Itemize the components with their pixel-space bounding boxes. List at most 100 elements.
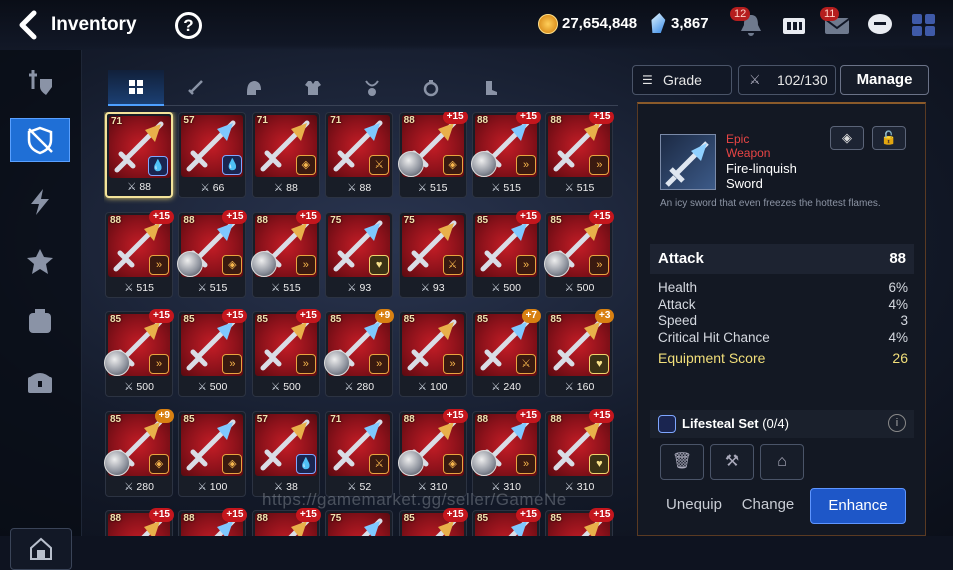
discard-button[interactable]: 🗑 [660, 444, 704, 480]
help-icon[interactable]: ? [175, 12, 202, 39]
tab-ring[interactable] [403, 70, 459, 106]
inventory-item[interactable]: 85 +15 » 500 [251, 309, 321, 397]
sidebar-item-equipped[interactable] [10, 60, 70, 104]
inventory-item[interactable]: 88+15»310 [471, 408, 541, 497]
inventory-item[interactable]: 85 +7 ⚔ 240 [472, 309, 541, 397]
sword-shield-icon [29, 70, 52, 95]
tab-weapon[interactable] [167, 70, 223, 106]
share-button[interactable]: ◈ [830, 126, 864, 150]
item-stat: 100 [400, 381, 466, 393]
substat-label: Critical Hit Chance [658, 329, 770, 345]
inventory-item[interactable]: 85 ◈ 100 [178, 410, 247, 497]
inventory-item[interactable]: 85 » 100 [398, 311, 467, 397]
inventory-item[interactable]: 88 +15 ◈ 515 [397, 112, 468, 198]
inventory-item[interactable]: 75 [325, 510, 394, 536]
grade-sort-button[interactable]: ☰ Grade [632, 65, 732, 95]
inventory-item[interactable]: 88+15♥310 [545, 408, 615, 497]
set-info[interactable]: Lifesteal Set (0/4) i [650, 410, 914, 438]
tab-necklace[interactable] [344, 70, 400, 106]
inventory-item[interactable]: 57💧38 [251, 410, 320, 497]
item-level: 85 [550, 513, 562, 524]
manage-button[interactable]: Manage [840, 65, 929, 95]
item-stat: 500 [473, 282, 539, 294]
enhance-level: +7 [521, 309, 541, 323]
tab-helmet[interactable] [226, 70, 282, 106]
item-level: 88 [110, 214, 122, 226]
sidebar-item-unequipped[interactable] [10, 118, 70, 162]
main-stat-value: 88 [889, 250, 906, 267]
inventory-item[interactable]: 71 💧 88 [105, 112, 173, 198]
inventory-item[interactable]: 75 ♥ 93 [325, 211, 394, 298]
sidebar-item-catalyst[interactable] [10, 180, 70, 224]
item-stat: 500 [106, 381, 172, 393]
inventory-item[interactable]: 88 +15 [251, 508, 321, 536]
info-icon[interactable]: i [888, 414, 906, 432]
house-icon [30, 537, 52, 560]
tab-boots[interactable] [462, 70, 518, 106]
inventory-item[interactable]: 75 ⚔ 93 [398, 211, 467, 298]
enhance-level: +15 [222, 209, 248, 224]
item-stat: 515 [400, 182, 466, 194]
inventory-item[interactable]: 88 +15 » 515 [250, 209, 321, 298]
inventory-item[interactable]: 57 💧 66 [178, 112, 247, 198]
inventory-item[interactable]: 85 +15 » 500 [472, 209, 541, 298]
inventory-grid: 71💧8857💧6671◈8871⚔8888+15◈51588+15»51588… [104, 112, 624, 536]
inventory-item[interactable]: 85 +9 ◈ 280 [104, 408, 174, 497]
sidebar [0, 50, 82, 570]
artifact-icon [27, 249, 53, 274]
inventory-item[interactable]: 85 +15 » 500 [178, 309, 248, 397]
inventory-item[interactable]: 85 +15 » 500 [104, 309, 174, 397]
tab-all[interactable] [108, 70, 164, 106]
enhance-level: +3 [594, 309, 615, 323]
chat-icon[interactable] [866, 12, 894, 38]
inventory-item[interactable]: 88 +15 [178, 508, 248, 536]
storage-move-button[interactable]: ⌂ [760, 444, 804, 480]
inventory-item[interactable]: 88 +15 » 515 [545, 112, 615, 198]
set-icon: ◈ [442, 453, 463, 474]
change-button[interactable]: Change [734, 488, 802, 524]
inventory-item[interactable]: 71⚔52 [325, 410, 394, 497]
inventory-item[interactable]: 88+15◈310 [397, 408, 468, 497]
enhance-level: +15 [149, 508, 174, 522]
storage-button[interactable] [10, 528, 72, 570]
set-icon: ◈ [222, 453, 243, 474]
inventory-item[interactable]: 71 ⚔ 88 [325, 112, 394, 198]
back-arrow-icon[interactable] [14, 9, 44, 41]
inventory-item[interactable]: 85 +15 [398, 508, 468, 536]
hero-portrait [177, 250, 204, 277]
item-stat: 160 [546, 381, 612, 393]
inventory-item[interactable]: 71 ◈ 88 [251, 112, 320, 198]
set-icon: 💧 [222, 155, 243, 175]
enhance-level: +15 [516, 209, 541, 224]
lock-button[interactable]: 🔓 [872, 126, 906, 150]
inventory-item[interactable]: 85 +15 » 500 [544, 209, 615, 298]
sidebar-item-artifact[interactable] [10, 240, 70, 284]
party-icon[interactable] [780, 12, 808, 38]
item-level: 85 [256, 314, 268, 325]
item-level: 85 [110, 413, 122, 425]
sidebar-item-materials[interactable] [10, 300, 70, 344]
item-stat: 93 [326, 282, 392, 294]
inventory-item[interactable]: 85 +15 [472, 508, 541, 536]
item-level: 75 [403, 214, 415, 226]
extract-button[interactable]: ⚒ [710, 444, 754, 480]
substats: Health 6% Attack 4% Speed 3 Critical Hit Ch… [658, 280, 908, 367]
inventory-item[interactable]: 88 +15 ◈ 515 [177, 209, 248, 298]
inventory-item[interactable]: 88 +15 » 515 [105, 209, 174, 298]
tab-armor[interactable] [285, 70, 341, 106]
inventory-item[interactable]: 88 +15 [105, 508, 174, 536]
item-stat: 515 [473, 182, 539, 194]
menu-grid-icon[interactable] [910, 12, 938, 38]
gold-amount: 27,654,848 [562, 15, 638, 32]
unequip-button[interactable]: Unequip [656, 488, 732, 524]
sidebar-item-chest[interactable] [10, 360, 70, 404]
set-progress: (0/4) [762, 416, 789, 431]
inventory-item[interactable]: 88 +15 » 515 [471, 112, 541, 198]
inventory-item[interactable]: 85 +3 ♥ 160 [545, 309, 615, 397]
inventory-item[interactable]: 85 +15 [545, 508, 615, 536]
inventory-item[interactable]: 85 +9 » 280 [324, 309, 395, 397]
category-tabs [108, 70, 618, 106]
item-level: 88 [550, 115, 562, 126]
enhance-button[interactable]: Enhance [810, 488, 906, 524]
item-level: 71 [330, 413, 342, 425]
